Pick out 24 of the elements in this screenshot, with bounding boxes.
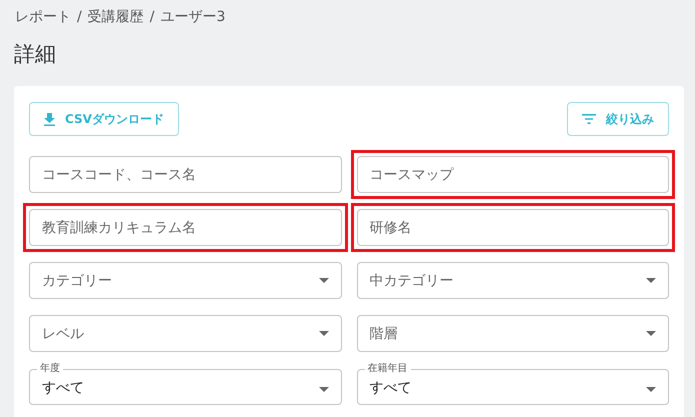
- filter-icon: [582, 114, 596, 124]
- caret-icon: [318, 386, 328, 392]
- download-icon: [44, 112, 55, 126]
- caret-icon: [318, 331, 328, 336]
- text-field[interactable]: コースマップ: [356, 156, 669, 193]
- select-field[interactable]: 在籍年目 すべて: [356, 364, 669, 405]
- page-title: 詳細: [14, 41, 57, 68]
- caret-icon: [646, 331, 656, 336]
- breadcrumb-separator: /: [77, 9, 82, 25]
- text-field[interactable]: 研修名: [356, 209, 669, 246]
- text-field[interactable]: コースコード、コース名: [29, 156, 342, 193]
- select-field[interactable]: 年度 すべて: [29, 364, 342, 405]
- breadcrumb-item[interactable]: 受講履歴: [88, 8, 144, 26]
- text-field[interactable]: 教育訓練カリキュラム名: [29, 209, 342, 246]
- select-field[interactable]: 中カテゴリー: [356, 262, 669, 299]
- breadcrumb-separator: /: [150, 9, 154, 25]
- select-field[interactable]: 階層: [356, 315, 669, 352]
- select-field[interactable]: カテゴリー: [29, 262, 342, 299]
- caret-icon: [646, 386, 656, 392]
- breadcrumb-item[interactable]: レポート: [15, 8, 71, 26]
- select-field[interactable]: レベル: [29, 315, 342, 352]
- breadcrumb-item: ユーザー3: [160, 8, 226, 26]
- caret-icon: [318, 278, 328, 283]
- caret-icon: [646, 278, 656, 283]
